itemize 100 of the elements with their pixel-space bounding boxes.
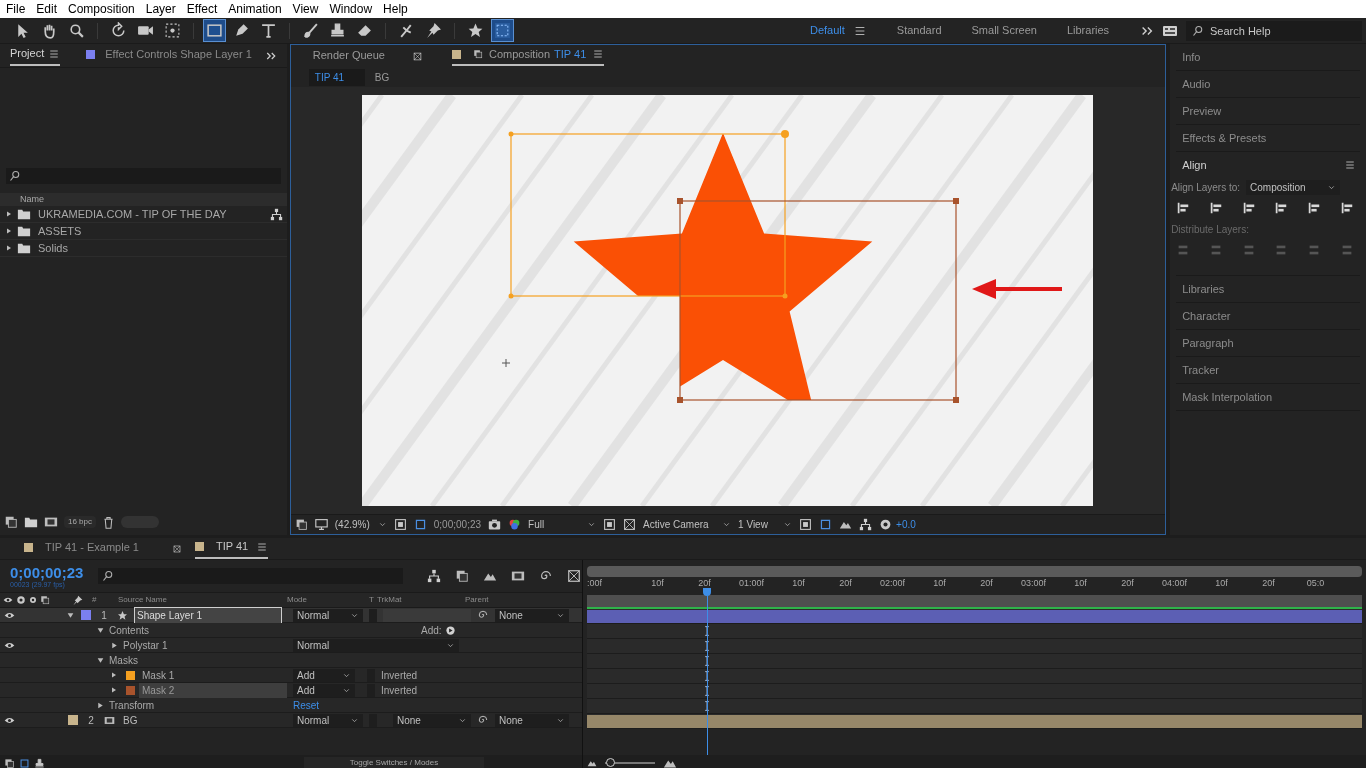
switch-icon[interactable] [34,757,45,768]
timeline-tool-icon[interactable] [511,569,525,583]
expand-icon[interactable] [5,244,13,252]
panel-title[interactable]: Paragraph [1182,334,1234,352]
mask-mode-dropdown[interactable]: Add [293,668,355,682]
mask-mode-dropdown[interactable]: Add [293,683,355,697]
workspace-tab[interactable]: Default [810,22,845,39]
fast-preview-icon[interactable] [819,518,833,531]
pan-icon[interactable] [164,22,181,39]
align-icon[interactable] [1307,201,1322,215]
new-folder-icon[interactable] [24,515,38,529]
panel-title[interactable]: Mask Interpolation [1182,388,1272,406]
project-item[interactable]: UKRAMEDIA.COM - TIP OF THE DAY [0,206,287,223]
timecode[interactable]: 0;00;00;23 [433,517,482,532]
property-name[interactable]: Masks [109,652,138,668]
mask-path[interactable] [508,130,790,299]
expand-icon[interactable] [66,610,75,620]
checkbox[interactable] [369,608,377,622]
align-icon[interactable] [1339,201,1354,215]
toggle-icon[interactable] [799,518,813,531]
trackmatte-dropdown[interactable] [383,608,471,622]
rectangle-icon[interactable] [206,22,223,39]
transparency-icon[interactable] [623,518,637,531]
timeline-tool-icon[interactable] [455,569,469,583]
workspace-tab[interactable]: Standard [896,22,942,39]
timeline-tool-icon[interactable] [427,569,441,583]
expand-icon[interactable] [5,227,13,235]
view-dropdown[interactable]: 1 View [738,517,793,532]
menu-item[interactable]: Help [383,0,408,18]
panel-title[interactable]: Effects & Presets [1182,129,1267,147]
timeline-tool-icon[interactable] [567,569,581,583]
mode-dropdown[interactable]: Normal [293,608,363,622]
zoom-dropdown[interactable]: (42.9%) [334,517,387,532]
menu-item[interactable]: Animation [228,0,282,18]
property-name[interactable]: Transform [109,697,155,713]
menu-item[interactable]: Edit [36,0,58,18]
pen-icon[interactable] [233,22,250,39]
align-icon[interactable] [1241,201,1256,215]
column-header[interactable]: Parent [465,594,489,606]
add-button[interactable]: Add: [421,622,456,638]
region-icon[interactable] [413,518,427,531]
mask-name[interactable]: Mask 1 [139,667,287,683]
workspace-tab[interactable]: Libraries [1066,22,1110,39]
parent-dropdown[interactable]: None [495,713,569,727]
panel-title[interactable]: Preview [1182,102,1222,120]
new-composition-icon[interactable] [44,515,58,529]
column-header[interactable]: Source Name [118,594,287,606]
zoom-icon[interactable] [68,22,85,39]
exposure-value[interactable]: +0.0 [896,517,916,532]
switch-icon[interactable] [4,757,15,768]
camera-dropdown[interactable]: Active Camera [643,517,732,532]
project-item[interactable]: ASSETS [0,223,287,240]
star-shape[interactable] [574,134,873,400]
blend-mode-dropdown[interactable]: Normal [293,638,459,652]
parent-dropdown[interactable]: None [495,608,569,622]
menu-item[interactable]: Effect [186,0,218,18]
grid-icon[interactable] [393,518,407,531]
mode-dropdown[interactable]: Normal [293,713,363,727]
current-time[interactable]: 0;00;00;23 [10,564,88,580]
eye-icon[interactable] [3,595,13,605]
layer-bar[interactable] [587,609,1362,623]
panel-title[interactable]: Character [1182,307,1231,325]
menu-item[interactable]: Window [329,0,373,18]
star-icon[interactable] [467,22,484,39]
breadcrumb[interactable]: TIP 41 [308,68,365,86]
align-icon[interactable] [1274,201,1289,215]
label-swatch[interactable] [126,685,135,695]
menu-item[interactable]: Layer [145,0,176,18]
solo-icon[interactable] [29,596,37,604]
label-swatch[interactable] [68,715,78,725]
eraser-icon[interactable] [356,22,373,39]
toggle-button[interactable]: Toggle Switches / Modes [304,757,484,768]
panel-title[interactable]: Info [1182,48,1201,66]
menu-item[interactable]: View [292,0,319,18]
playhead[interactable] [703,588,712,755]
property-name[interactable]: Contents [109,622,150,638]
reset-link[interactable]: Reset [293,697,320,713]
search-field[interactable]: Search Help [1186,20,1362,41]
rotate-icon[interactable] [110,22,127,39]
slider-thumb[interactable] [606,758,615,767]
align-dropdown[interactable]: Composition [1246,179,1341,195]
mask-path[interactable] [677,198,960,403]
column-header[interactable]: Mode [287,594,369,606]
panel-tab[interactable]: Project [10,45,61,66]
brush-icon[interactable] [302,22,319,39]
flowchart-icon[interactable] [859,518,873,531]
mask-icon[interactable] [603,518,617,531]
panel-tab[interactable]: Render Queue [312,46,385,66]
switch-icon[interactable] [19,757,30,768]
color-channels-icon[interactable] [508,518,522,531]
exposure-icon[interactable] [879,518,893,531]
work-area-bar[interactable] [587,595,1362,609]
column-header[interactable]: T [369,594,377,606]
panel-title[interactable]: Tracker [1182,361,1219,379]
panel-tab[interactable]: Effect Controls Shape Layer 1 [86,46,252,65]
pickwhip-icon[interactable] [477,609,489,621]
close-icon[interactable] [172,544,181,553]
hand-icon[interactable] [41,22,58,39]
layer-name[interactable]: BG [121,712,269,728]
label-swatch[interactable] [126,670,135,680]
